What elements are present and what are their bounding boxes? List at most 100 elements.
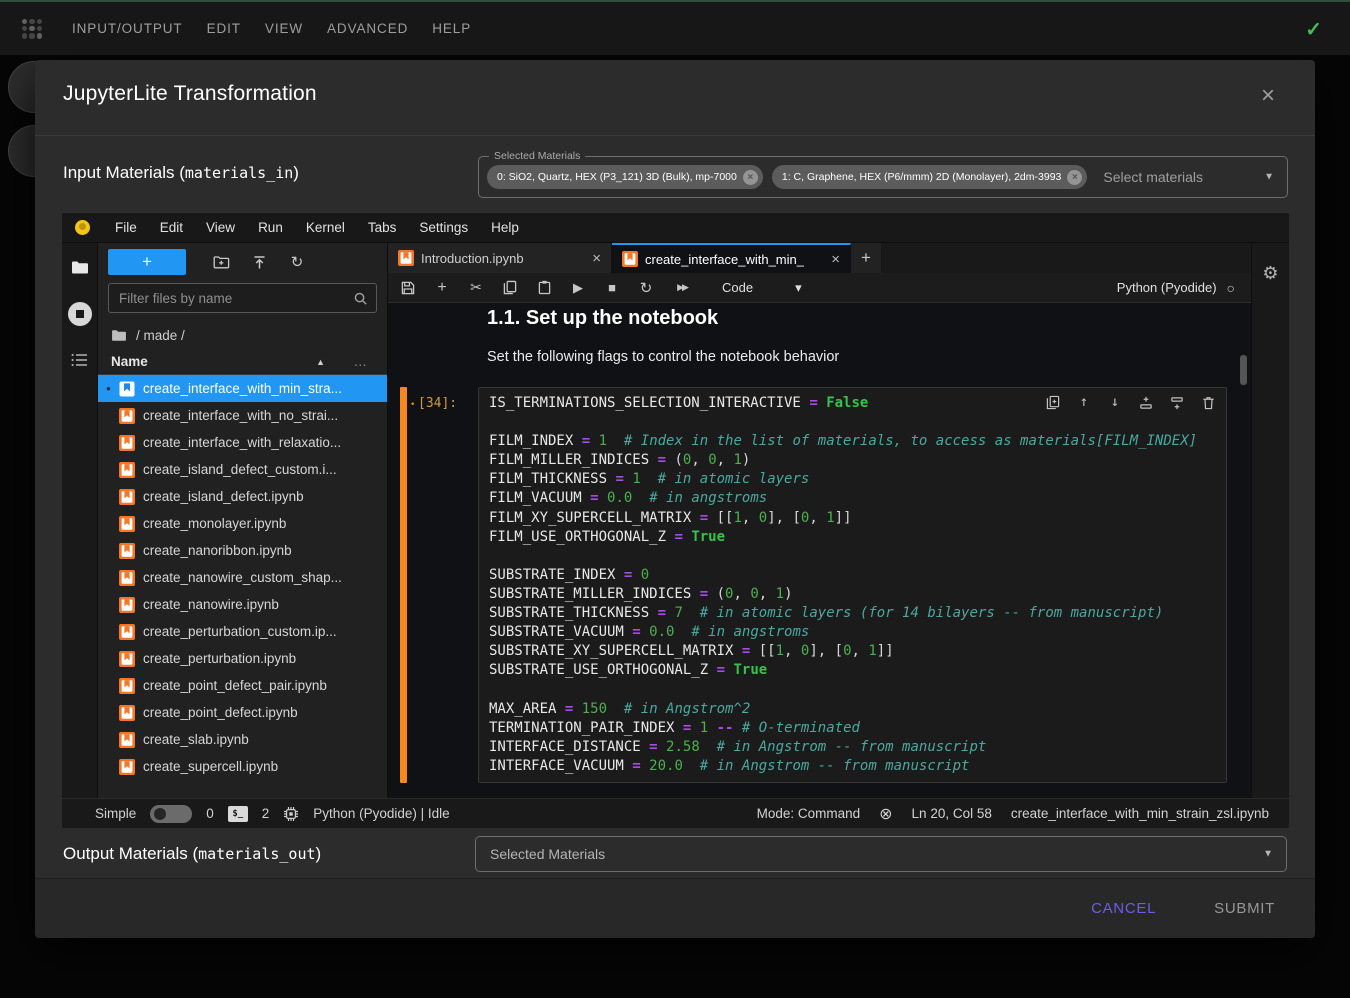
code-token (674, 720, 682, 736)
dialog-close-icon[interactable]: × (1261, 84, 1275, 108)
jupyter-menu-kernel[interactable]: Kernel (306, 220, 345, 235)
file-item[interactable]: create_slab.ipynb (98, 726, 387, 753)
right-sidebar: ⚙ (1251, 243, 1289, 798)
paste-icon[interactable] (536, 280, 552, 295)
code-token (708, 662, 716, 678)
code-token: 1 (632, 471, 640, 487)
insert-cell-below-icon[interactable] (1169, 396, 1185, 410)
code-token (733, 720, 741, 736)
jupyter-menu-settings[interactable]: Settings (419, 220, 468, 235)
file-item[interactable]: create_interface_with_relaxatio... (98, 429, 387, 456)
file-item[interactable]: create_nanoribbon.ipynb (98, 537, 387, 564)
input-materials-select[interactable]: Selected Materials 0: SiO2, Quartz, HEX … (478, 156, 1288, 198)
code-editor[interactable]: ↑ ↓ IS_TERMINATIONS_SELECTION_INTERACTIV… (478, 387, 1227, 783)
file-item[interactable]: create_perturbation.ipynb (98, 645, 387, 672)
simple-mode-toggle[interactable] (150, 805, 192, 823)
menu-item-edit[interactable]: EDIT (207, 21, 241, 36)
material-chip[interactable]: 0: SiO2, Quartz, HEX (P3_121) 3D (Bulk),… (487, 165, 763, 189)
jupyter-menu-edit[interactable]: Edit (160, 220, 183, 235)
insert-cell-icon[interactable]: + (434, 279, 450, 297)
terminal-icon[interactable]: $_ (228, 806, 248, 822)
menu-item-help[interactable]: HELP (432, 21, 471, 36)
kernel-status-text[interactable]: Python (Pyodide) | Idle (313, 806, 449, 821)
jupyter-menu-tabs[interactable]: Tabs (368, 220, 397, 235)
file-item[interactable]: create_nanowire.ipynb (98, 591, 387, 618)
kernels-count[interactable]: 2 (262, 806, 270, 821)
run-icon[interactable]: ▶ (570, 280, 586, 296)
output-materials-select[interactable]: Selected Materials ▼ (475, 836, 1287, 872)
jupyter-menu-run[interactable]: Run (258, 220, 283, 235)
jupyter-menu-view[interactable]: View (206, 220, 235, 235)
menu-item-view[interactable]: VIEW (265, 21, 303, 36)
cancel-button[interactable]: CANCEL (1085, 899, 1162, 918)
scrollbar-thumb[interactable] (1240, 355, 1247, 385)
refresh-icon[interactable]: ↻ (278, 253, 316, 271)
new-launcher-button[interactable]: + (108, 249, 186, 275)
insert-cell-above-icon[interactable] (1138, 396, 1154, 410)
file-item[interactable]: ●create_interface_with_min_stra... (98, 375, 387, 402)
file-item[interactable]: create_perturbation_custom.ip... (98, 618, 387, 645)
file-filter-input[interactable] (117, 290, 353, 307)
move-cell-up-icon[interactable]: ↑ (1076, 393, 1092, 412)
terminals-count[interactable]: 0 (206, 806, 214, 821)
stop-icon[interactable]: ■ (604, 280, 620, 295)
tab-create-interface[interactable]: create_interface_with_min_ × (612, 243, 851, 273)
restart-run-all-icon[interactable]: ▶▶ (672, 282, 692, 293)
tab-close-icon[interactable]: × (592, 250, 601, 267)
submit-button[interactable]: SUBMIT (1208, 899, 1281, 918)
chip-delete-icon[interactable]: × (743, 170, 758, 185)
new-tab-button[interactable]: + (851, 243, 881, 273)
table-of-contents-icon[interactable] (71, 353, 88, 367)
file-item[interactable]: create_point_defect_pair.ipynb (98, 672, 387, 699)
new-folder-icon[interactable] (202, 255, 240, 269)
kernel-indicator[interactable]: Python (Pyodide) ○ (1117, 280, 1239, 296)
breadcrumb-path[interactable]: / made / (136, 328, 185, 343)
lightbulb-icon[interactable] (75, 220, 90, 235)
duplicate-cell-icon[interactable] (1045, 395, 1061, 410)
code-token: IS_TERMINATIONS_SELECTION_INTERACTIVE (489, 395, 801, 411)
code-token: 1 (700, 720, 708, 736)
chip-delete-icon[interactable]: × (1067, 170, 1082, 185)
jupyter-menu-help[interactable]: Help (491, 220, 519, 235)
more-options-icon[interactable]: … (354, 354, 368, 369)
file-item[interactable]: create_nanowire_custom_shap... (98, 564, 387, 591)
dropdown-caret-icon[interactable]: ▼ (1264, 172, 1274, 183)
file-list-header[interactable]: Name ▲ … (98, 349, 387, 375)
success-check-icon: ✓ (1305, 17, 1322, 42)
file-browser-icon[interactable] (71, 260, 89, 275)
trust-shield-icon[interactable]: ⊗ (879, 804, 892, 824)
move-cell-down-icon[interactable]: ↓ (1107, 393, 1123, 412)
name-column-header[interactable]: Name (111, 354, 148, 369)
running-sessions-icon[interactable] (68, 302, 92, 326)
breadcrumb[interactable]: / made / (98, 321, 387, 349)
tab-label[interactable]: create_interface_with_min_ (645, 252, 804, 267)
material-chip[interactable]: 1: C, Graphene, HEX (P6/mmm) 2D (Monolay… (772, 165, 1088, 189)
file-item[interactable]: create_supercell.ipynb (98, 753, 387, 780)
cell-type-select[interactable]: Code ▾ (722, 280, 802, 296)
code-token: 0.0 (649, 624, 674, 640)
jupyter-menu-file[interactable]: File (115, 220, 137, 235)
cursor-position[interactable]: Ln 20, Col 58 (912, 806, 992, 821)
file-item[interactable]: create_interface_with_no_strai... (98, 402, 387, 429)
restart-kernel-icon[interactable]: ↻ (638, 279, 654, 297)
delete-cell-icon[interactable] (1200, 396, 1216, 410)
property-inspector-gear-icon[interactable]: ⚙ (1262, 263, 1278, 284)
tab-label[interactable]: Introduction.ipynb (421, 251, 524, 266)
file-name: create_perturbation.ipynb (143, 651, 296, 666)
upload-icon[interactable] (240, 255, 278, 270)
code-token: = (717, 662, 725, 678)
tab-introduction[interactable]: Introduction.ipynb × (388, 243, 612, 273)
file-item[interactable]: create_point_defect.ipynb (98, 699, 387, 726)
code-token (632, 490, 649, 506)
file-item[interactable]: create_island_defect.ipynb (98, 483, 387, 510)
tab-close-icon[interactable]: × (831, 251, 840, 268)
save-icon[interactable] (400, 281, 416, 295)
menu-item-input-output[interactable]: INPUT/OUTPUT (72, 21, 183, 36)
cut-icon[interactable]: ✂ (468, 279, 484, 296)
kernel-chip-icon[interactable] (283, 806, 299, 822)
file-item[interactable]: create_island_defect_custom.i... (98, 456, 387, 483)
simple-mode-label: Simple (95, 806, 136, 821)
file-item[interactable]: create_monolayer.ipynb (98, 510, 387, 537)
copy-icon[interactable] (502, 280, 518, 295)
menu-item-advanced[interactable]: ADVANCED (327, 21, 408, 36)
